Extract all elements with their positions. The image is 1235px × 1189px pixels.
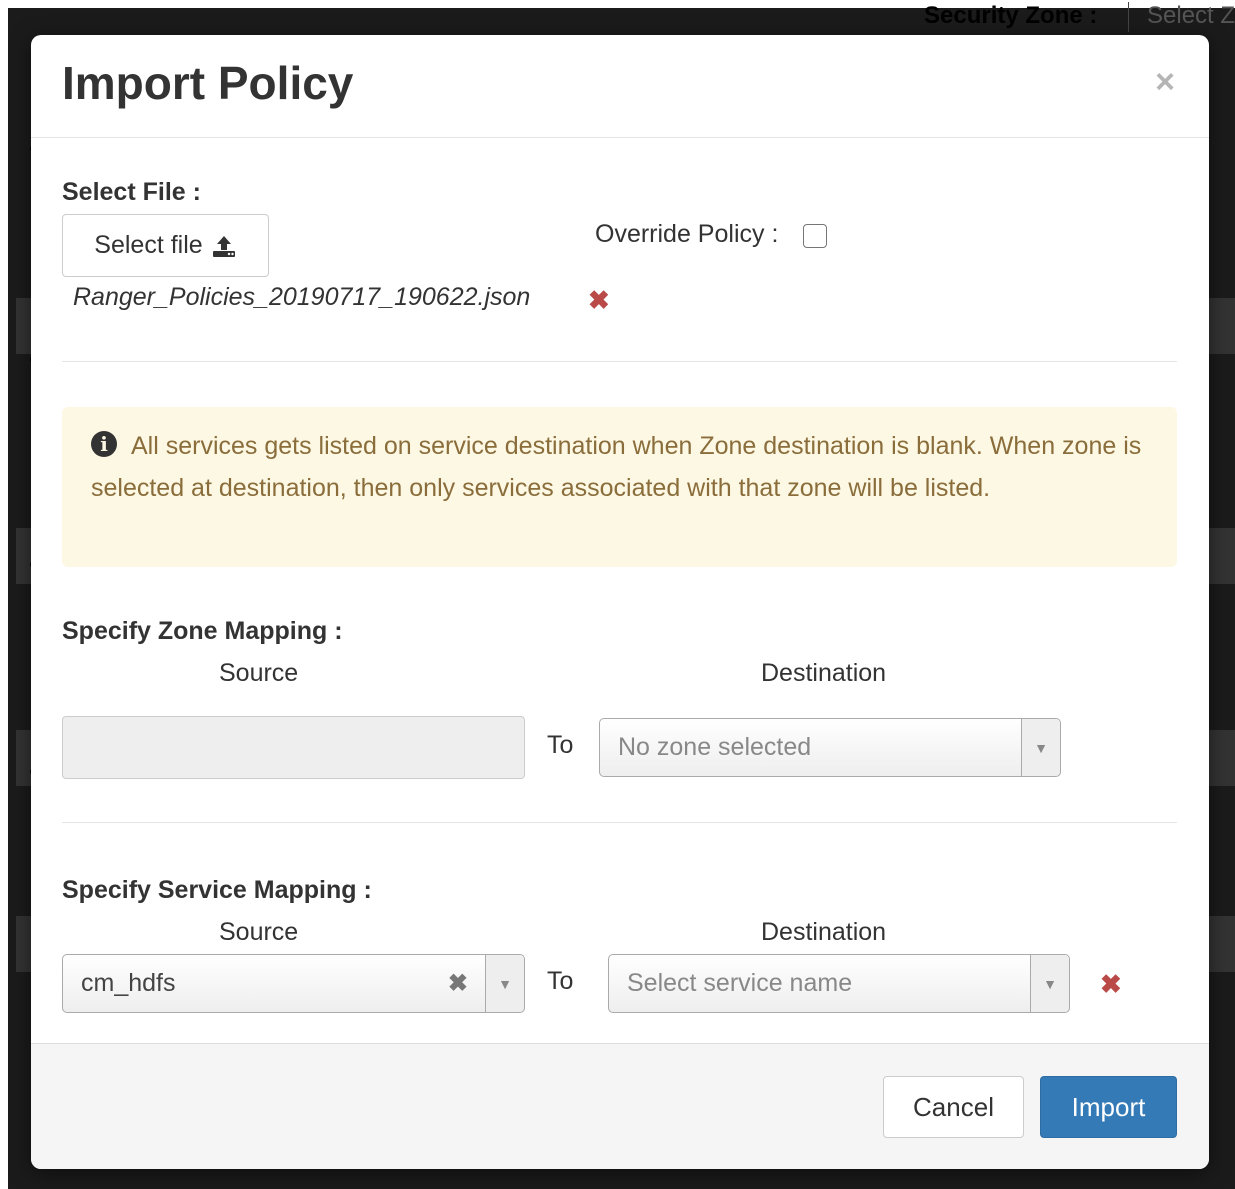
zone-to-label: To [547, 731, 574, 759]
close-icon[interactable]: × [1155, 65, 1175, 99]
divider [62, 822, 1177, 823]
modal-footer: Cancel Import [31, 1043, 1209, 1169]
remove-file-icon[interactable]: ✖ [588, 287, 610, 313]
cancel-button[interactable]: Cancel [883, 1076, 1024, 1138]
import-button[interactable]: Import [1040, 1076, 1177, 1138]
select-file-button[interactable]: Select file [62, 214, 269, 277]
remove-mapping-icon[interactable]: ✖ [1100, 971, 1122, 997]
chevron-down-icon[interactable]: ▼ [1030, 955, 1069, 1012]
chevron-down-icon[interactable]: ▼ [1021, 719, 1060, 776]
zone-destination-placeholder: No zone selected [618, 733, 812, 761]
zone-source-input [62, 716, 525, 779]
service-source-select[interactable]: cm_hdfs ✖ ▼ [62, 954, 525, 1013]
select-file-button-label: Select file [94, 231, 203, 259]
security-zone-label: Security Zone : [924, 2, 1098, 29]
clear-selection-icon[interactable]: ✖ [448, 969, 468, 998]
service-mapping-heading: Specify Service Mapping : [62, 876, 372, 904]
service-destination-placeholder: Select service name [627, 969, 853, 997]
service-destination-select[interactable]: Select service name ▼ [608, 954, 1070, 1013]
service-source-header: Source [219, 918, 299, 946]
zone-source-header: Source [219, 659, 299, 687]
info-alert: i All services gets listed on service des… [62, 407, 1177, 567]
modal-title: Import Policy [62, 57, 354, 109]
security-zone-select[interactable]: Select Zone Name [1128, 2, 1235, 32]
service-to-label: To [547, 967, 574, 995]
modal-header: Import Policy × [31, 35, 1209, 138]
zone-destination-select[interactable]: No zone selected ▼ [599, 718, 1061, 777]
zone-mapping-heading: Specify Zone Mapping : [62, 617, 343, 645]
override-policy-checkbox[interactable] [803, 224, 827, 248]
upload-icon [212, 235, 235, 257]
override-policy-label: Override Policy : [595, 220, 779, 248]
service-destination-header: Destination [761, 918, 887, 946]
selected-file-name: Ranger_Policies_20190717_190622.json [73, 283, 531, 311]
select-file-label: Select File : [62, 178, 201, 206]
divider [62, 361, 1177, 362]
service-source-value: cm_hdfs [81, 969, 176, 997]
alert-text: All services gets listed on service dest… [91, 432, 1142, 502]
zone-destination-header: Destination [761, 659, 887, 687]
import-policy-modal: Import Policy × Select File : Select fil… [31, 35, 1209, 1169]
chevron-down-icon[interactable]: ▼ [485, 955, 524, 1012]
info-icon: i [91, 431, 117, 458]
